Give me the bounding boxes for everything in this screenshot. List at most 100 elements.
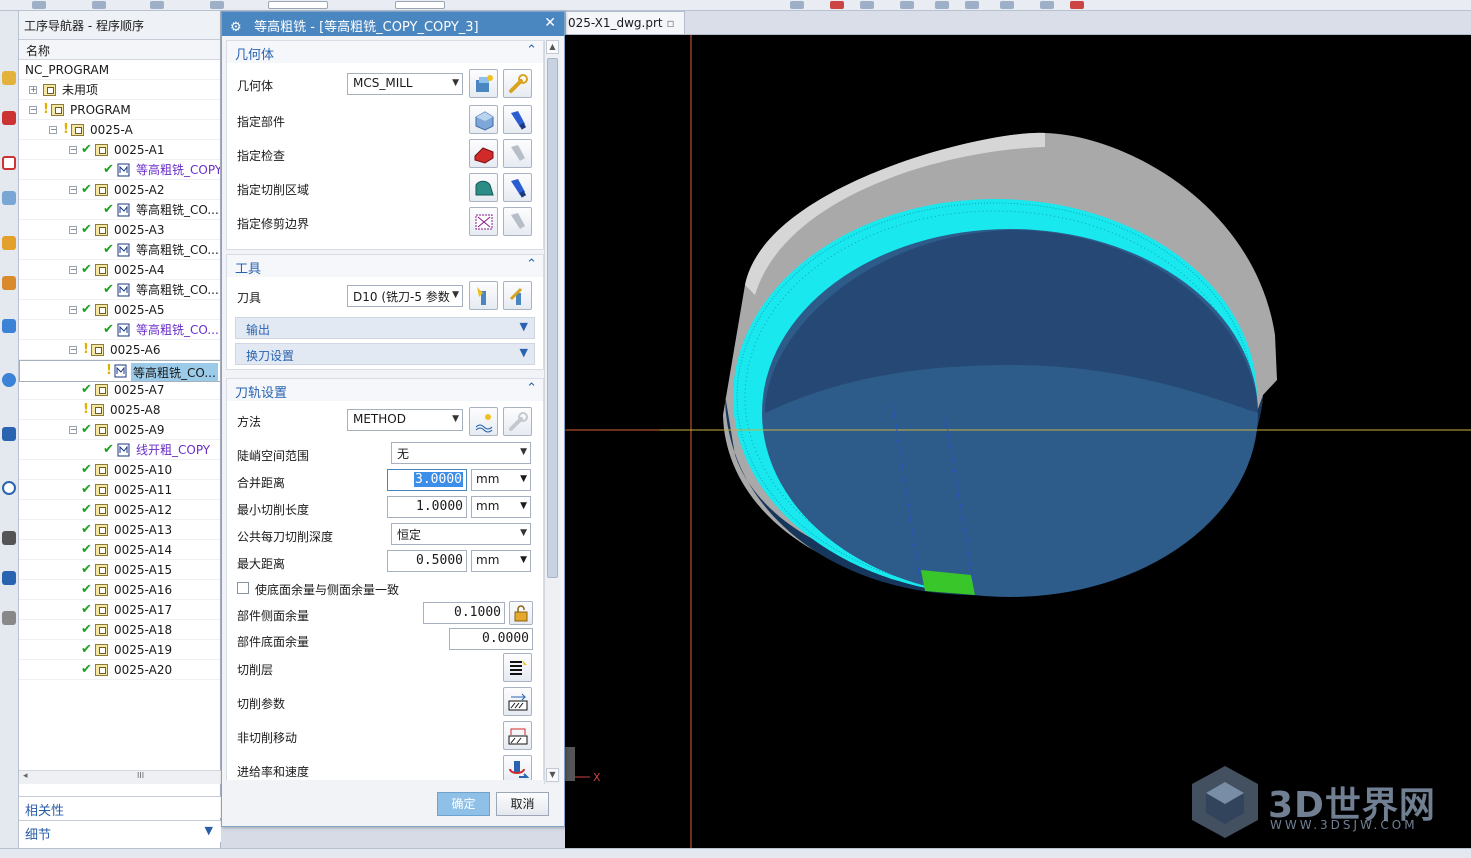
cancel-button[interactable]: 取消 bbox=[496, 792, 549, 816]
tree-group-row[interactable]: ✔ 0025-A10 bbox=[19, 460, 220, 480]
display-cut-area-button[interactable] bbox=[503, 173, 532, 202]
max-distance-input[interactable]: 0.5000 bbox=[387, 550, 467, 572]
select-part-button[interactable] bbox=[469, 105, 498, 134]
tree-operation-row[interactable]: ✔ 等高粗铣_CO... bbox=[19, 200, 220, 220]
document-tab[interactable]: 025-X1_dwg.prt ▫ ✕ bbox=[565, 11, 685, 35]
display-trim-boundary-button[interactable] bbox=[503, 207, 532, 236]
subgroup-output[interactable]: 输出 ▼ bbox=[235, 317, 535, 339]
tree-group-row[interactable]: ✔ 0025-A18 bbox=[19, 620, 220, 640]
column-header-name[interactable]: 名称 bbox=[19, 40, 220, 60]
collapse-icon[interactable]: − bbox=[69, 346, 77, 354]
tree-group-row[interactable]: ✔ 0025-A7 bbox=[19, 380, 220, 400]
tree-operation-row[interactable]: ✔ 等高粗铣_COPY bbox=[19, 160, 220, 180]
tree-group-row[interactable]: ✔ 0025-A16 bbox=[19, 580, 220, 600]
toolbar-icon[interactable] bbox=[1070, 1, 1084, 9]
section-dependencies[interactable]: 相关性 bbox=[19, 796, 221, 819]
floor-same-as-side-checkbox[interactable] bbox=[237, 582, 249, 594]
select-check-button[interactable] bbox=[469, 139, 498, 168]
toolbar-icon[interactable] bbox=[965, 1, 979, 9]
part-viewport[interactable]: X bbox=[565, 35, 1471, 848]
tree-group-row[interactable]: ✔ 0025-A17 bbox=[19, 600, 220, 620]
chevron-down-icon[interactable]: ▼ bbox=[520, 346, 528, 359]
cut-depth-select[interactable]: 恒定 ▼ bbox=[391, 523, 531, 545]
steep-range-select[interactable]: 无 ▼ bbox=[391, 442, 531, 464]
tree-group-row[interactable]: −! 0025-A6 bbox=[19, 340, 220, 360]
collapse-icon[interactable]: ⌃ bbox=[526, 43, 537, 58]
resource-icon[interactable] bbox=[2, 236, 16, 250]
resource-icon[interactable] bbox=[2, 156, 16, 170]
scroll-up-arrow-icon[interactable]: ▲ bbox=[546, 40, 559, 54]
collapse-icon[interactable]: − bbox=[29, 106, 37, 114]
graphics-window[interactable]: X bbox=[565, 35, 1471, 848]
tree-group-row[interactable]: −! PROGRAM bbox=[19, 100, 220, 120]
tree-group-row[interactable]: ✔ 0025-A19 bbox=[19, 640, 220, 660]
tree-group-row[interactable]: ✔ 0025-A13 bbox=[19, 520, 220, 540]
tree-group-row[interactable]: − ✔ 0025-A2 bbox=[19, 180, 220, 200]
subgroup-tool-change[interactable]: 换刀设置 ▼ bbox=[235, 343, 535, 365]
collapse-icon[interactable]: − bbox=[69, 266, 77, 274]
tree-group-row[interactable]: − ✔ 0025-A4 bbox=[19, 260, 220, 280]
edit-method-button[interactable] bbox=[503, 407, 532, 436]
collapse-icon[interactable]: ⌃ bbox=[526, 381, 537, 396]
side-stock-input[interactable]: 0.1000 bbox=[423, 602, 505, 624]
toolbar-icon[interactable] bbox=[830, 1, 844, 9]
tree-group-row[interactable]: ! 0025-A8 bbox=[19, 400, 220, 420]
tree-group-row[interactable]: ✔ 0025-A14 bbox=[19, 540, 220, 560]
resource-icon[interactable] bbox=[2, 111, 16, 125]
collapse-icon[interactable]: − bbox=[69, 226, 77, 234]
resource-icon[interactable] bbox=[2, 191, 16, 205]
toolbar-icon[interactable] bbox=[32, 1, 46, 9]
min-cut-length-input[interactable]: 1.0000 bbox=[387, 496, 467, 518]
resource-icon[interactable] bbox=[2, 531, 16, 545]
chevron-down-icon[interactable]: ▼ bbox=[520, 320, 528, 333]
edit-geometry-button[interactable] bbox=[503, 69, 532, 98]
max-distance-unit[interactable]: mm ▼ bbox=[471, 550, 531, 572]
collapse-icon[interactable]: − bbox=[69, 186, 77, 194]
cut-levels-button[interactable] bbox=[503, 653, 532, 682]
horizontal-scrollbar[interactable]: ◂ III bbox=[19, 770, 221, 784]
stock-lock-button[interactable] bbox=[509, 601, 533, 625]
group-geometry-header[interactable]: 几何体 ⌃ bbox=[227, 41, 543, 63]
display-check-button[interactable] bbox=[503, 139, 532, 168]
toolbar-icon[interactable] bbox=[150, 1, 164, 9]
group-tool-header[interactable]: 工具 ⌃ bbox=[227, 255, 543, 277]
feeds-speeds-button[interactable] bbox=[503, 755, 532, 780]
resource-icon[interactable] bbox=[2, 276, 16, 290]
tree-operation-row[interactable]: ✔ 线开粗_COPY bbox=[19, 440, 220, 460]
geometry-select[interactable]: MCS_MILL ▼ bbox=[347, 73, 463, 95]
tree-group-row[interactable]: ✔ 0025-A12 bbox=[19, 500, 220, 520]
toolbar-icon[interactable] bbox=[92, 1, 106, 9]
toolbar-field[interactable] bbox=[268, 1, 328, 9]
collapse-icon[interactable]: − bbox=[49, 126, 57, 134]
tree-group-row[interactable]: − ✔ 0025-A5 bbox=[19, 300, 220, 320]
dialog-title-bar[interactable]: ⚙ 等高粗铣 - [等高粗铣_COPY_COPY_3] ✕ bbox=[222, 12, 564, 36]
tool-select[interactable]: D10 (铣刀-5 参数 ▼ bbox=[347, 285, 463, 307]
resource-icon[interactable] bbox=[2, 319, 16, 333]
tree-group-row[interactable]: − ✔ 0025-A1 bbox=[19, 140, 220, 160]
collapse-icon[interactable]: − bbox=[69, 146, 77, 154]
tree-group-row[interactable]: − ✔ 0025-A3 bbox=[19, 220, 220, 240]
collapse-icon[interactable]: − bbox=[69, 426, 77, 434]
collapse-icon[interactable]: − bbox=[69, 306, 77, 314]
resource-icon[interactable] bbox=[2, 571, 16, 585]
method-select[interactable]: METHOD ▼ bbox=[347, 409, 463, 431]
cut-params-button[interactable] bbox=[503, 687, 532, 716]
new-tool-button[interactable] bbox=[469, 281, 498, 310]
toolbar-icon[interactable] bbox=[210, 1, 224, 9]
resource-icon[interactable] bbox=[2, 427, 16, 441]
collapse-icon[interactable]: ⌃ bbox=[526, 257, 537, 272]
new-method-button[interactable] bbox=[469, 407, 498, 436]
toolbar-icon[interactable] bbox=[1000, 1, 1014, 9]
tree-group-row[interactable]: ✔ 0025-A20 bbox=[19, 660, 220, 680]
section-details[interactable]: 细节 ▼ bbox=[19, 820, 221, 843]
tree-operation-row[interactable]: ✔ 等高粗铣_CO... bbox=[19, 240, 220, 260]
tree-group-row[interactable]: + 未用项 bbox=[19, 80, 220, 100]
select-cut-area-button[interactable] bbox=[469, 173, 498, 202]
toolbar-icon[interactable] bbox=[900, 1, 914, 9]
toolbar-icon[interactable] bbox=[935, 1, 949, 9]
tree-group-row[interactable]: ✔ 0025-A11 bbox=[19, 480, 220, 500]
floor-stock-input[interactable]: 0.0000 bbox=[449, 628, 533, 650]
tree-operation-row[interactable]: ✔ 等高粗铣_CO... bbox=[19, 320, 220, 340]
new-geometry-button[interactable] bbox=[469, 69, 498, 98]
scroll-grip[interactable]: III bbox=[137, 771, 144, 780]
